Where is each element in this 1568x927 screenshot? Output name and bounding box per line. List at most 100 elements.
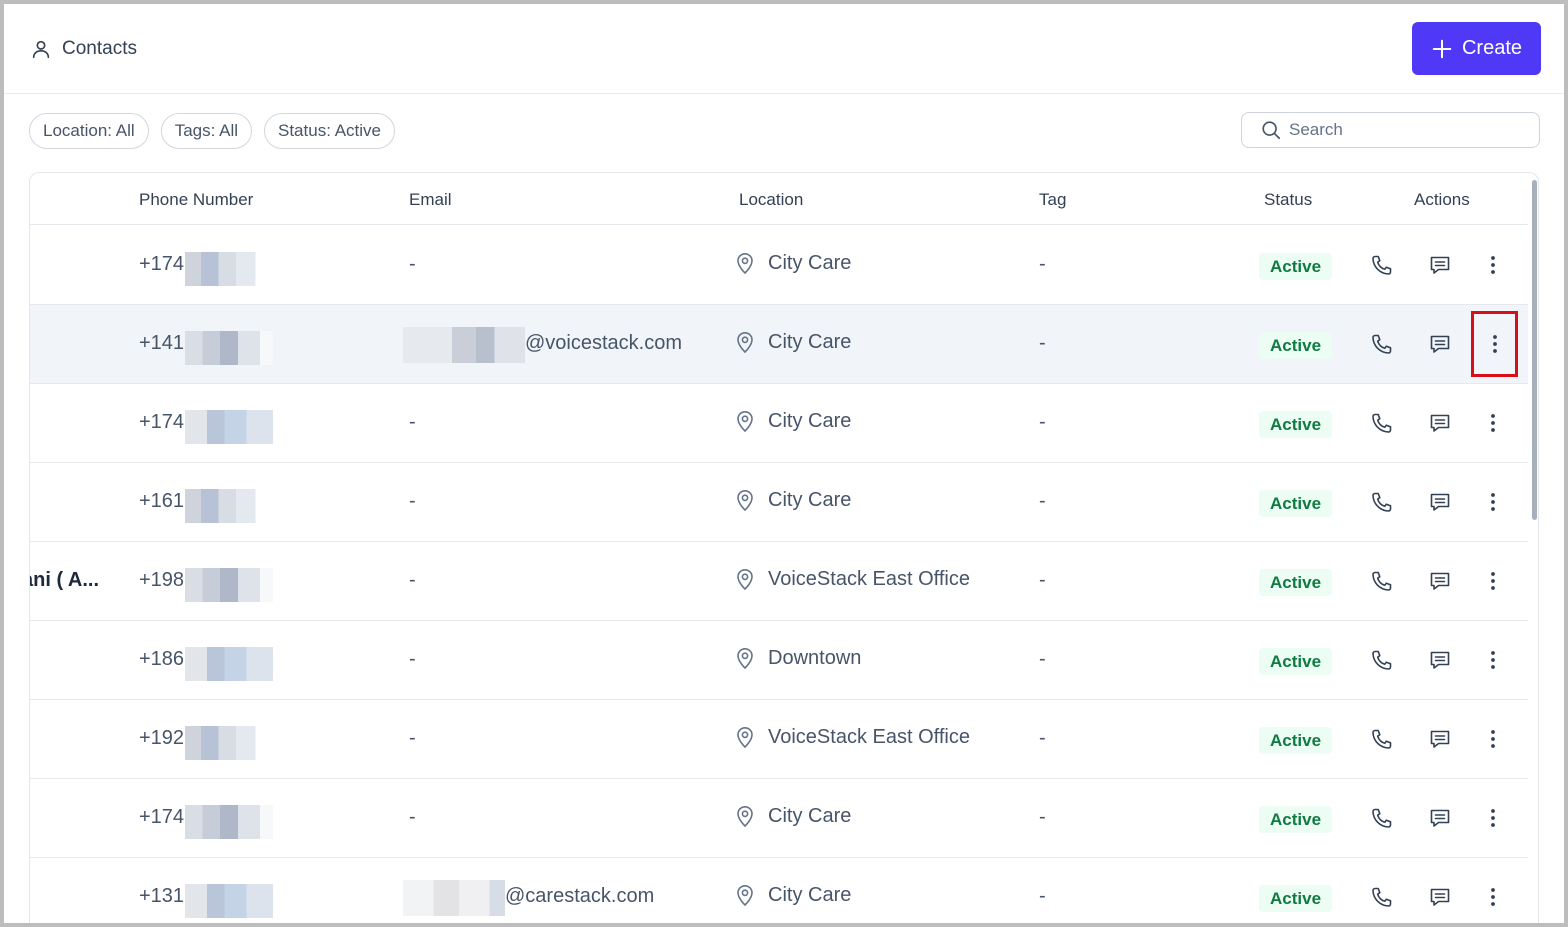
location: City Care — [734, 883, 851, 907]
more-actions-button[interactable] — [1479, 883, 1507, 911]
redacted-phone-digits — [185, 489, 273, 523]
column-header-actions: Actions — [1414, 190, 1470, 209]
more-actions-button[interactable] — [1479, 567, 1507, 595]
message-icon — [1430, 730, 1450, 748]
message-icon — [1430, 888, 1450, 906]
more-vertical-icon — [1492, 335, 1497, 353]
search-input[interactable] — [1289, 120, 1529, 140]
column-header-phone[interactable]: Phone Number — [139, 190, 253, 210]
redacted-phone-digits — [185, 252, 273, 286]
redacted-phone-digits — [185, 805, 273, 839]
call-button[interactable] — [1368, 883, 1396, 911]
more-vertical-icon — [1491, 414, 1495, 432]
column-header-status[interactable]: Status — [1264, 190, 1312, 210]
table-row[interactable]: +174 - City Care - Active — [30, 779, 1528, 858]
column-header-location[interactable]: Location — [739, 190, 803, 210]
table-scrollbar[interactable] — [1530, 176, 1538, 923]
table-row[interactable]: +161 - City Care - Active — [30, 463, 1528, 542]
call-button[interactable] — [1368, 488, 1396, 516]
message-icon — [1430, 414, 1450, 432]
location: Downtown — [734, 646, 861, 670]
location: City Care — [734, 488, 851, 512]
status-badge: Active — [1259, 727, 1333, 754]
table-row[interactable]: +192 - VoiceStack East Office - Active — [30, 700, 1528, 779]
scrollbar-thumb[interactable] — [1532, 180, 1537, 520]
call-button[interactable] — [1368, 409, 1396, 437]
status-badge: Active — [1259, 490, 1333, 517]
more-vertical-icon — [1491, 651, 1495, 669]
more-vertical-icon — [1491, 256, 1495, 274]
call-button[interactable] — [1368, 251, 1396, 279]
location-name: City Care — [768, 883, 852, 906]
call-button[interactable] — [1368, 330, 1396, 358]
status-filter[interactable]: Status: Active — [264, 113, 395, 149]
redacted-phone-digits — [185, 884, 273, 918]
redacted-phone-digits — [185, 331, 273, 365]
phone-number: +174 — [139, 411, 185, 433]
message-button[interactable] — [1426, 330, 1454, 358]
more-actions-button[interactable] — [1479, 409, 1507, 437]
status-badge: Active — [1259, 648, 1333, 675]
tag: - — [1039, 253, 1046, 275]
status-badge: Active — [1259, 569, 1333, 596]
more-actions-button[interactable] — [1479, 725, 1507, 753]
status-badge: Active — [1259, 806, 1333, 833]
status-badge: Active — [1259, 411, 1333, 438]
status-badge: Active — [1259, 332, 1333, 359]
tags-filter[interactable]: Tags: All — [160, 113, 252, 149]
more-vertical-icon — [1491, 493, 1495, 511]
phone-number: +161 — [139, 490, 185, 512]
filter-bar: Location: All Tags: All Status: Active — [29, 113, 395, 149]
location-name: City Care — [768, 804, 852, 827]
location-pin-icon — [737, 253, 753, 275]
search-box[interactable] — [1241, 112, 1540, 148]
message-button[interactable] — [1426, 804, 1454, 832]
call-button[interactable] — [1368, 567, 1396, 595]
phone-number: +141 — [139, 332, 185, 354]
more-vertical-icon — [1491, 730, 1495, 748]
column-header-tag[interactable]: Tag — [1039, 190, 1066, 210]
phone-icon — [1372, 729, 1392, 749]
message-button[interactable] — [1426, 646, 1454, 674]
table-row[interactable]: +141 @voicestack.com City Care - Active — [30, 305, 1528, 384]
more-actions-button[interactable] — [1479, 646, 1507, 674]
message-button[interactable] — [1426, 251, 1454, 279]
call-button[interactable] — [1368, 804, 1396, 832]
table-row[interactable]: +186 - Downtown - Active — [30, 621, 1528, 700]
call-button[interactable] — [1368, 725, 1396, 753]
more-actions-button[interactable] — [1479, 804, 1507, 832]
phone-icon — [1372, 492, 1392, 512]
redacted-email-user — [403, 327, 525, 363]
call-button[interactable] — [1368, 646, 1396, 674]
more-actions-button[interactable] — [1479, 488, 1507, 516]
message-button[interactable] — [1426, 488, 1454, 516]
message-icon — [1430, 809, 1450, 827]
table-row[interactable]: +174 - City Care - Active — [30, 226, 1528, 305]
column-header-email[interactable]: Email — [409, 190, 452, 210]
email: - — [409, 727, 416, 749]
message-button[interactable] — [1426, 567, 1454, 595]
message-icon — [1430, 256, 1450, 274]
page-title: Contacts — [62, 38, 137, 59]
contact-name[interactable]: ani ( A... — [30, 569, 99, 592]
table-header: Phone Number Email Location Tag Status A… — [30, 173, 1528, 225]
phone-number: +186 — [139, 648, 185, 670]
more-actions-button[interactable] — [1471, 311, 1518, 377]
table-row[interactable]: ani ( A... +198 - VoiceStack East Office - Ac… — [30, 542, 1528, 621]
message-button[interactable] — [1426, 725, 1454, 753]
plus-icon — [1432, 39, 1452, 58]
table-row[interactable]: +131 @carestack.com City Care - Active — [30, 858, 1528, 923]
redacted-email-user — [403, 880, 505, 916]
message-button[interactable] — [1426, 409, 1454, 437]
message-icon — [1430, 572, 1450, 590]
create-button[interactable]: Create — [1412, 22, 1541, 75]
message-button[interactable] — [1426, 883, 1454, 911]
email: @voicestack.com — [525, 332, 683, 354]
more-actions-button[interactable] — [1479, 251, 1507, 279]
email: - — [409, 806, 416, 828]
table-row[interactable]: +174 - City Care - Active — [30, 384, 1528, 463]
location-filter[interactable]: Location: All — [29, 113, 149, 149]
tag: - — [1039, 411, 1046, 433]
status-badge: Active — [1259, 253, 1333, 280]
redacted-phone-digits — [185, 410, 273, 444]
